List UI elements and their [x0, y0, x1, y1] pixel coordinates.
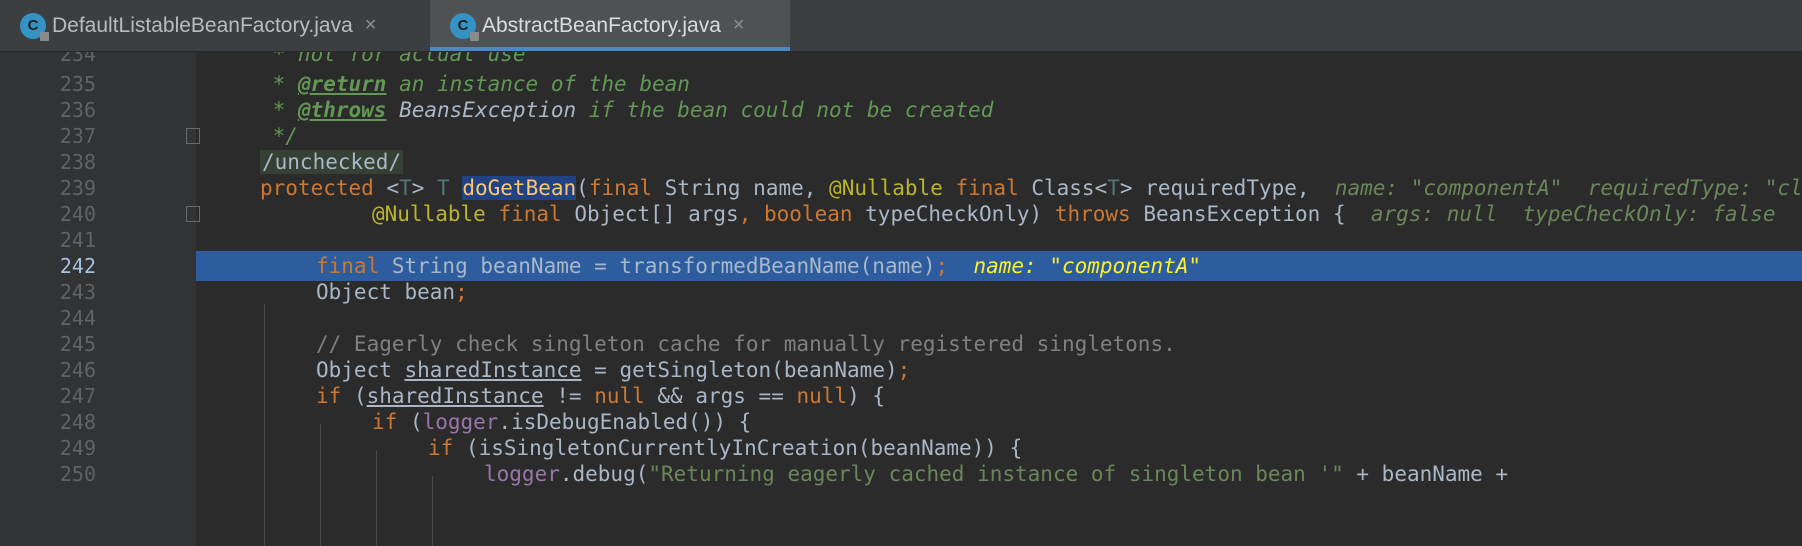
- tab-abstractbeanfactory[interactable]: C AbstractBeanFactory.java ×: [430, 0, 790, 51]
- code-text: logger.debug("Returning eagerly cached i…: [484, 462, 1509, 486]
- close-icon[interactable]: ×: [733, 14, 745, 37]
- tab-defaultlistablebeanfactory[interactable]: C DefaultListableBeanFactory.java ×: [0, 0, 428, 51]
- tab-label: DefaultListableBeanFactory.java: [52, 13, 353, 37]
- code-line: 234 * not for actual use: [0, 52, 1802, 69]
- java-class-icon: C: [20, 12, 49, 41]
- close-icon[interactable]: ×: [365, 14, 377, 37]
- fold-icon[interactable]: [186, 206, 200, 222]
- code-line: 250 logger.debug("Returning eagerly cach…: [0, 459, 1802, 489]
- tab-label: AbstractBeanFactory.java: [482, 13, 721, 37]
- editor-tab-bar: C DefaultListableBeanFactory.java × C Ab…: [0, 0, 1802, 52]
- inline-debug-hint: name: "componentA" requiredType: "class: [1309, 176, 1802, 200]
- line-number: 234: [59, 52, 96, 66]
- fold-icon[interactable]: [186, 128, 200, 144]
- inline-debug-hint: name: "componentA": [948, 254, 1202, 278]
- java-class-icon: C: [450, 12, 479, 41]
- inline-debug-hint: args: null typeCheckOnly: false: [1345, 202, 1776, 226]
- code-text: * not for actual use: [260, 52, 526, 66]
- code-editor[interactable]: 234 * not for actual use 235 * @return a…: [0, 52, 1802, 546]
- line-number: 250: [59, 462, 96, 486]
